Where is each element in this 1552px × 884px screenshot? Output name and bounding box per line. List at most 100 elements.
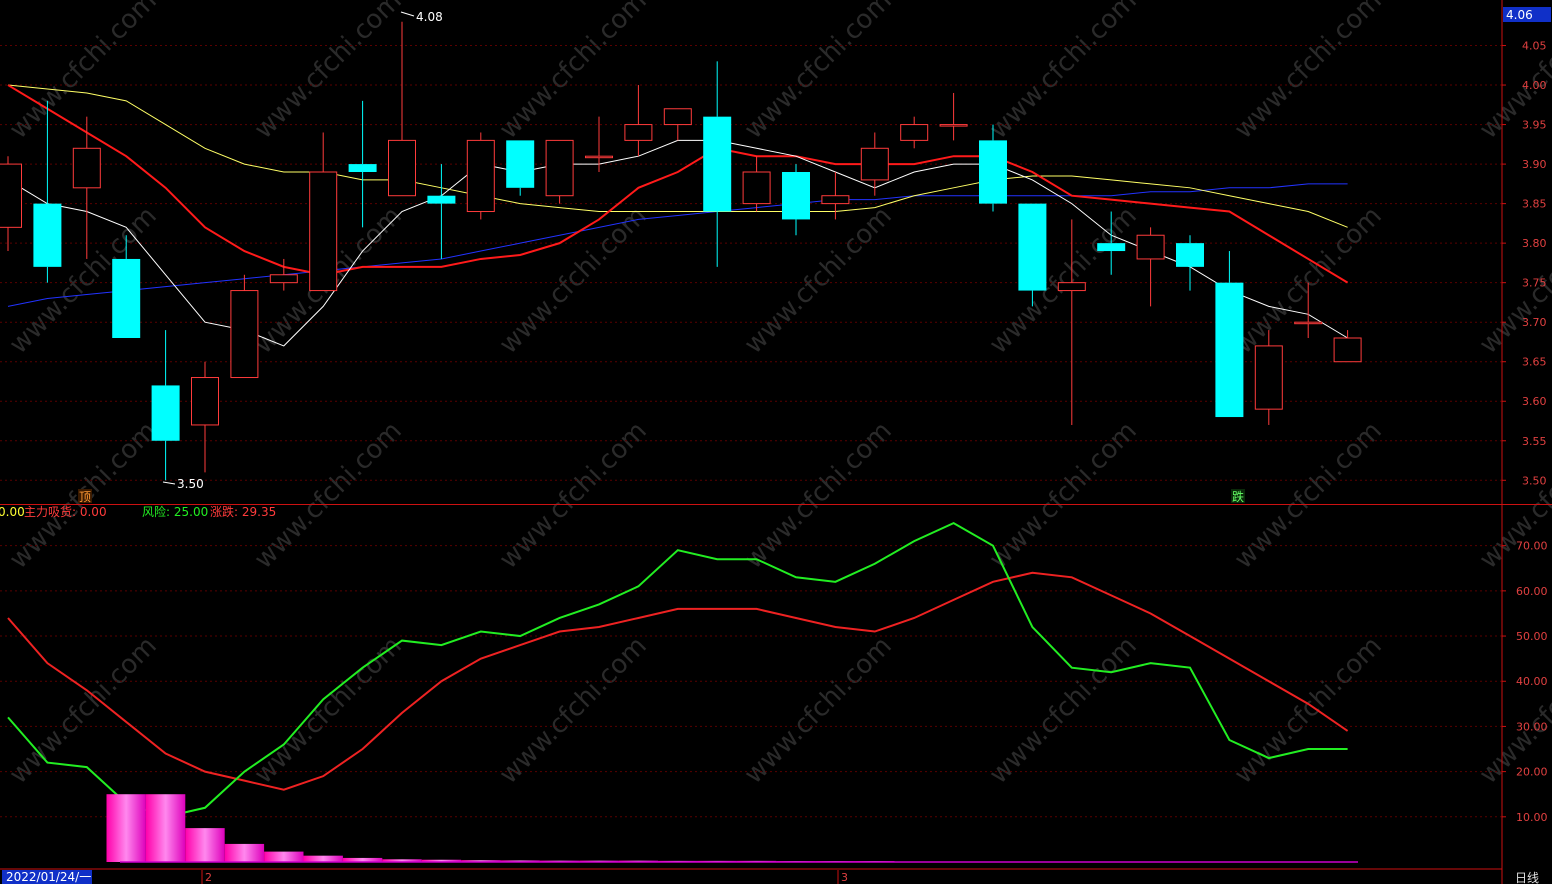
period-tab-daily[interactable]: 日线 bbox=[1515, 871, 1539, 884]
candle bbox=[1136, 227, 1165, 307]
candle bbox=[466, 132, 495, 220]
legend-prefix-value: 0.00 bbox=[0, 505, 25, 519]
watermark-text: www.cfchi.com bbox=[4, 0, 163, 145]
watermark-text: www.cfchi.com bbox=[739, 201, 898, 360]
candle-body bbox=[545, 139, 574, 197]
candle-body bbox=[112, 258, 141, 338]
watermark-text: www.cfchi.com bbox=[984, 416, 1143, 575]
candle-body bbox=[860, 147, 889, 181]
candle-body bbox=[1097, 243, 1126, 252]
indicator-tick-label: 60.00 bbox=[1516, 585, 1548, 598]
month-marker-mar: 3 bbox=[841, 871, 848, 884]
candle-body bbox=[427, 195, 456, 204]
low-annotation: 3.50 bbox=[162, 477, 204, 491]
candle-body bbox=[33, 203, 62, 267]
price-tick-label: 3.80 bbox=[1522, 237, 1547, 250]
candle-body bbox=[230, 290, 259, 379]
candle-body bbox=[1136, 234, 1165, 260]
accumulation-bar bbox=[106, 794, 146, 862]
watermark-text: www.cfchi.com bbox=[984, 0, 1143, 145]
candle-body bbox=[0, 163, 22, 228]
high-annotation: 4.08 bbox=[400, 10, 443, 24]
candle bbox=[821, 172, 850, 220]
candle-body bbox=[466, 139, 495, 213]
current-price-label: 4.06 bbox=[1506, 8, 1533, 22]
candle bbox=[703, 61, 732, 267]
candle bbox=[1215, 251, 1244, 418]
indicator-tick-label: 50.00 bbox=[1516, 630, 1548, 643]
candle bbox=[348, 100, 377, 228]
candle-body bbox=[388, 139, 416, 197]
watermark-text: www.cfchi.com bbox=[1229, 416, 1388, 575]
candle-body bbox=[979, 140, 1007, 204]
watermark-text: www.cfchi.com bbox=[249, 0, 408, 145]
candle bbox=[663, 108, 692, 141]
watermark-text: www.cfchi.com bbox=[494, 416, 653, 575]
candle-body bbox=[900, 124, 929, 141]
candle-body bbox=[782, 172, 810, 220]
watermark-text: www.cfchi.com bbox=[739, 416, 898, 575]
candle-body bbox=[1215, 282, 1244, 418]
candle bbox=[624, 85, 653, 157]
watermark-text: www.cfchi.com bbox=[494, 0, 653, 145]
date-label: 2022/01/24/一 bbox=[6, 870, 91, 884]
price-tick-label: 3.65 bbox=[1522, 356, 1547, 369]
candle-body bbox=[624, 124, 653, 141]
watermark-layer: www.cfchi.com www.cfchi.com www.cfchi.com w… bbox=[4, 0, 1552, 790]
watermark-text: www.cfchi.com bbox=[739, 631, 898, 790]
candle-body bbox=[309, 171, 338, 292]
accumulation-bar bbox=[145, 794, 186, 862]
indicator-tick-label: 30.00 bbox=[1516, 720, 1548, 733]
price-tick-label: 4.00 bbox=[1522, 79, 1547, 92]
candle-body bbox=[269, 274, 298, 284]
candle bbox=[860, 132, 889, 196]
accumulation-bar bbox=[303, 855, 343, 862]
candle bbox=[545, 139, 574, 204]
watermark-text: www.cfchi.com bbox=[494, 631, 653, 790]
tag-down: 跌 bbox=[1232, 489, 1244, 504]
watermark-text: www.cfchi.com bbox=[249, 416, 408, 575]
candle bbox=[230, 274, 259, 379]
candle-body bbox=[703, 116, 732, 212]
candle bbox=[151, 330, 180, 481]
candle-body bbox=[1176, 243, 1204, 267]
candle-body bbox=[939, 124, 968, 127]
price-tick-label: 3.90 bbox=[1522, 158, 1547, 171]
candle bbox=[388, 21, 416, 197]
watermark-text: www.cfchi.com bbox=[249, 631, 408, 790]
indicator-tick-label: 20.00 bbox=[1516, 766, 1548, 779]
candle-body bbox=[506, 140, 535, 188]
watermark-text: www.cfchi.com bbox=[984, 631, 1143, 790]
candle-body bbox=[1254, 345, 1283, 410]
candle bbox=[0, 156, 22, 252]
candlestick-series[interactable] bbox=[0, 21, 1362, 481]
indicator-legend: 0.00 主力吸货: 0.00 风险: 25.00 涨跌: 29.35 bbox=[0, 504, 276, 519]
accumulation-bar bbox=[224, 843, 265, 862]
ma10-line bbox=[7, 84, 1348, 228]
price-tick-label: 3.75 bbox=[1522, 277, 1547, 290]
candle-body bbox=[821, 195, 850, 205]
accumulation-bar bbox=[185, 828, 225, 862]
candle bbox=[900, 116, 929, 149]
watermark-text: www.cfchi.com bbox=[1229, 631, 1388, 790]
candle bbox=[309, 132, 338, 292]
candle bbox=[191, 361, 219, 473]
high-price-label: 4.08 bbox=[416, 10, 443, 24]
price-tick-label: 3.55 bbox=[1522, 435, 1547, 448]
watermark-text: www.cfchi.com bbox=[1229, 0, 1388, 145]
indicator-tick-label: 40.00 bbox=[1516, 675, 1548, 688]
low-price-label: 3.50 bbox=[177, 477, 204, 491]
indicator-axis: 70.00 60.00 50.00 40.00 30.00 20.00 10.00 bbox=[1502, 540, 1548, 824]
legend-main-accumulation: 主力吸货: 0.00 bbox=[24, 504, 107, 519]
tag-top: 顶 bbox=[79, 490, 91, 504]
candle-body bbox=[1294, 321, 1323, 325]
candle bbox=[939, 92, 968, 141]
candle-body bbox=[663, 108, 692, 126]
price-tick-label: 3.60 bbox=[1522, 395, 1547, 408]
price-tick-label: 3.95 bbox=[1522, 119, 1547, 132]
price-tick-label: 4.05 bbox=[1522, 40, 1547, 53]
stock-chart[interactable]: www.cfchi.com www.cfchi.com www.cfchi.com w… bbox=[0, 0, 1552, 884]
date-axis: 2022/01/24/一 2 3 bbox=[0, 868, 1502, 884]
candle bbox=[427, 164, 456, 259]
indicator-lines bbox=[7, 521, 1349, 818]
